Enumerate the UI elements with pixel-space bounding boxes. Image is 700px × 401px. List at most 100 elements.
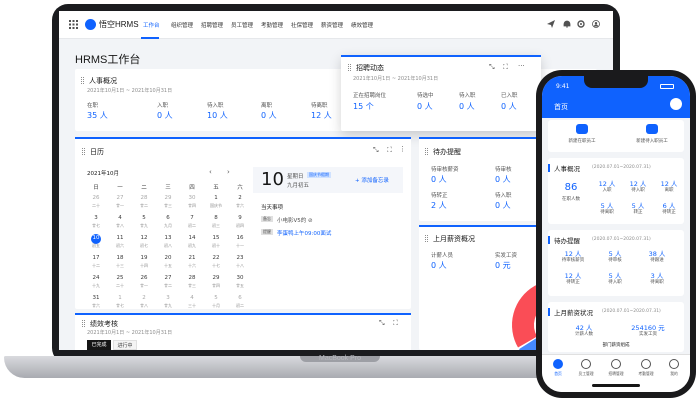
calendar-day[interactable]: 26 [137, 275, 151, 281]
stat-value[interactable]: 35 人 [87, 110, 108, 121]
bell-icon[interactable] [563, 20, 571, 28]
calendar-day[interactable]: 7 [185, 215, 199, 221]
drag-handle-icon[interactable] [82, 148, 85, 155]
calendar-day[interactable]: 9 [233, 215, 247, 221]
calendar-day[interactable]: 10 [89, 235, 103, 241]
fullscreen-icon[interactable]: ⛶ [387, 146, 392, 155]
drag-handle-icon[interactable] [348, 64, 351, 71]
stat-value[interactable]: 0 人 [417, 101, 433, 112]
calendar-day[interactable]: 19 [137, 255, 151, 261]
fullscreen-icon[interactable]: ⛶ [393, 319, 398, 328]
action-label[interactable]: 新建在职员工 [558, 138, 606, 144]
drag-handle-icon[interactable] [425, 235, 428, 242]
calendar-day[interactable]: 27 [113, 195, 127, 201]
drag-handle-icon[interactable] [425, 148, 428, 155]
tab-employees[interactable]: 员工管理 [574, 359, 598, 377]
calendar-day[interactable]: 16 [233, 235, 247, 241]
nav-item-employee[interactable]: 员工管理 [231, 21, 253, 29]
calendar-day[interactable]: 20 [161, 255, 175, 261]
event-text[interactable]: 李蛋鸭上午09:00面试 [277, 229, 331, 237]
more-icon[interactable]: ⋮ [399, 145, 406, 153]
send-icon[interactable] [547, 20, 555, 28]
calendar-day[interactable]: 11 [113, 235, 127, 241]
calendar-day[interactable]: 13 [161, 235, 175, 241]
prev-month-chevron-icon[interactable]: ‹ [209, 168, 212, 176]
collapse-icon[interactable]: ⤡ [379, 319, 385, 328]
tab-recruit[interactable]: 招聘管理 [604, 359, 628, 377]
calendar-day[interactable]: 15 [209, 235, 223, 241]
drag-handle-icon[interactable] [82, 320, 85, 327]
todo-value[interactable]: 0 人 [431, 174, 447, 185]
calendar-day[interactable]: 27 [161, 275, 175, 281]
user-avatar-icon[interactable] [592, 20, 600, 28]
nav-item-workbench[interactable]: 工作台 [143, 21, 160, 29]
action-label[interactable]: 新建待入职员工 [624, 138, 680, 144]
calendar-day[interactable]: 22 [209, 255, 223, 261]
calendar-day[interactable]: 18 [113, 255, 127, 261]
calendar-day[interactable]: 29 [161, 195, 175, 201]
event-text[interactable]: 小电影V5的 ⊘ [277, 216, 313, 224]
collapse-icon[interactable]: ⤡ [489, 63, 495, 72]
drag-handle-icon[interactable] [81, 77, 84, 84]
calendar-day[interactable]: 30 [233, 275, 247, 281]
calendar-day[interactable]: 8 [209, 215, 223, 221]
calendar-day[interactable]: 4 [185, 295, 199, 301]
tab-completed[interactable]: 已完成 [87, 340, 111, 350]
stat-value[interactable]: 12 人 [311, 110, 332, 121]
calendar-day[interactable]: 24 [89, 275, 103, 281]
stat-value[interactable]: 0 人 [157, 110, 173, 121]
fullscreen-icon[interactable]: ⛶ [503, 63, 508, 72]
calendar-day[interactable]: 26 [89, 195, 103, 201]
next-month-chevron-icon[interactable]: › [227, 168, 230, 176]
todo-value[interactable]: 0 人 [495, 200, 511, 211]
todo-value[interactable]: 2 人 [431, 200, 447, 211]
add-memo-link[interactable]: + 添加备忘录 [355, 176, 389, 184]
calendar-day[interactable]: 5 [137, 215, 151, 221]
nav-item-recruit[interactable]: 招聘管理 [201, 21, 223, 29]
add-employee-icon[interactable] [576, 124, 588, 134]
calendar-day[interactable]: 31 [89, 295, 103, 301]
calendar-day[interactable]: 25 [113, 275, 127, 281]
calendar-day[interactable]: 21 [185, 255, 199, 261]
stat-value[interactable]: 10 人 [207, 110, 228, 121]
calendar-day[interactable]: 1 [209, 195, 223, 201]
calendar-day[interactable]: 3 [89, 215, 103, 221]
salary-value[interactable]: 0 元 [495, 260, 511, 271]
apps-grid-icon[interactable] [69, 20, 78, 29]
todo-value[interactable]: 0 人 [495, 174, 511, 185]
calendar-day[interactable]: 28 [185, 275, 199, 281]
more-icon[interactable]: ··· [518, 62, 525, 70]
calendar-day[interactable]: 2 [137, 295, 151, 301]
calendar-day[interactable]: 29 [209, 275, 223, 281]
stat-value[interactable]: 0 人 [501, 101, 517, 112]
calendar-day[interactable]: 28 [137, 195, 151, 201]
calendar-day[interactable]: 6 [161, 215, 175, 221]
add-pending-employee-icon[interactable] [646, 124, 658, 134]
calendar-day[interactable]: 30 [185, 195, 199, 201]
calendar-day[interactable]: 23 [233, 255, 247, 261]
tab-in-progress[interactable]: 进行中 [113, 340, 137, 350]
calendar-day[interactable]: 6 [233, 295, 247, 301]
calendar-day[interactable]: 1 [113, 295, 127, 301]
gear-icon[interactable] [577, 20, 585, 28]
nav-item-performance[interactable]: 绩效管理 [351, 21, 373, 29]
salary-value[interactable]: 0 人 [431, 260, 447, 271]
stat-value[interactable]: 0 人 [261, 110, 277, 121]
nav-item-social[interactable]: 社保管理 [291, 21, 313, 29]
nav-item-org[interactable]: 组织管理 [171, 21, 193, 29]
nav-item-attendance[interactable]: 考勤管理 [261, 21, 283, 29]
calendar-day[interactable]: 3 [161, 295, 175, 301]
stat-value[interactable]: 0 人 [459, 101, 475, 112]
nav-item-salary[interactable]: 薪资管理 [321, 21, 343, 29]
tab-home[interactable]: 首页 [546, 359, 570, 377]
tab-me[interactable]: 我的 [662, 359, 686, 377]
tab-attendance[interactable]: 考勤管理 [634, 359, 658, 377]
calendar-day[interactable]: 2 [233, 195, 247, 201]
calendar-day[interactable]: 14 [185, 235, 199, 241]
calendar-day[interactable]: 4 [113, 215, 127, 221]
calendar-day[interactable]: 5 [209, 295, 223, 301]
main-value[interactable]: 86 [554, 182, 588, 193]
stat-value[interactable]: 15 个 [353, 101, 374, 112]
collapse-icon[interactable]: ⤡ [373, 146, 379, 155]
calendar-day[interactable]: 12 [137, 235, 151, 241]
